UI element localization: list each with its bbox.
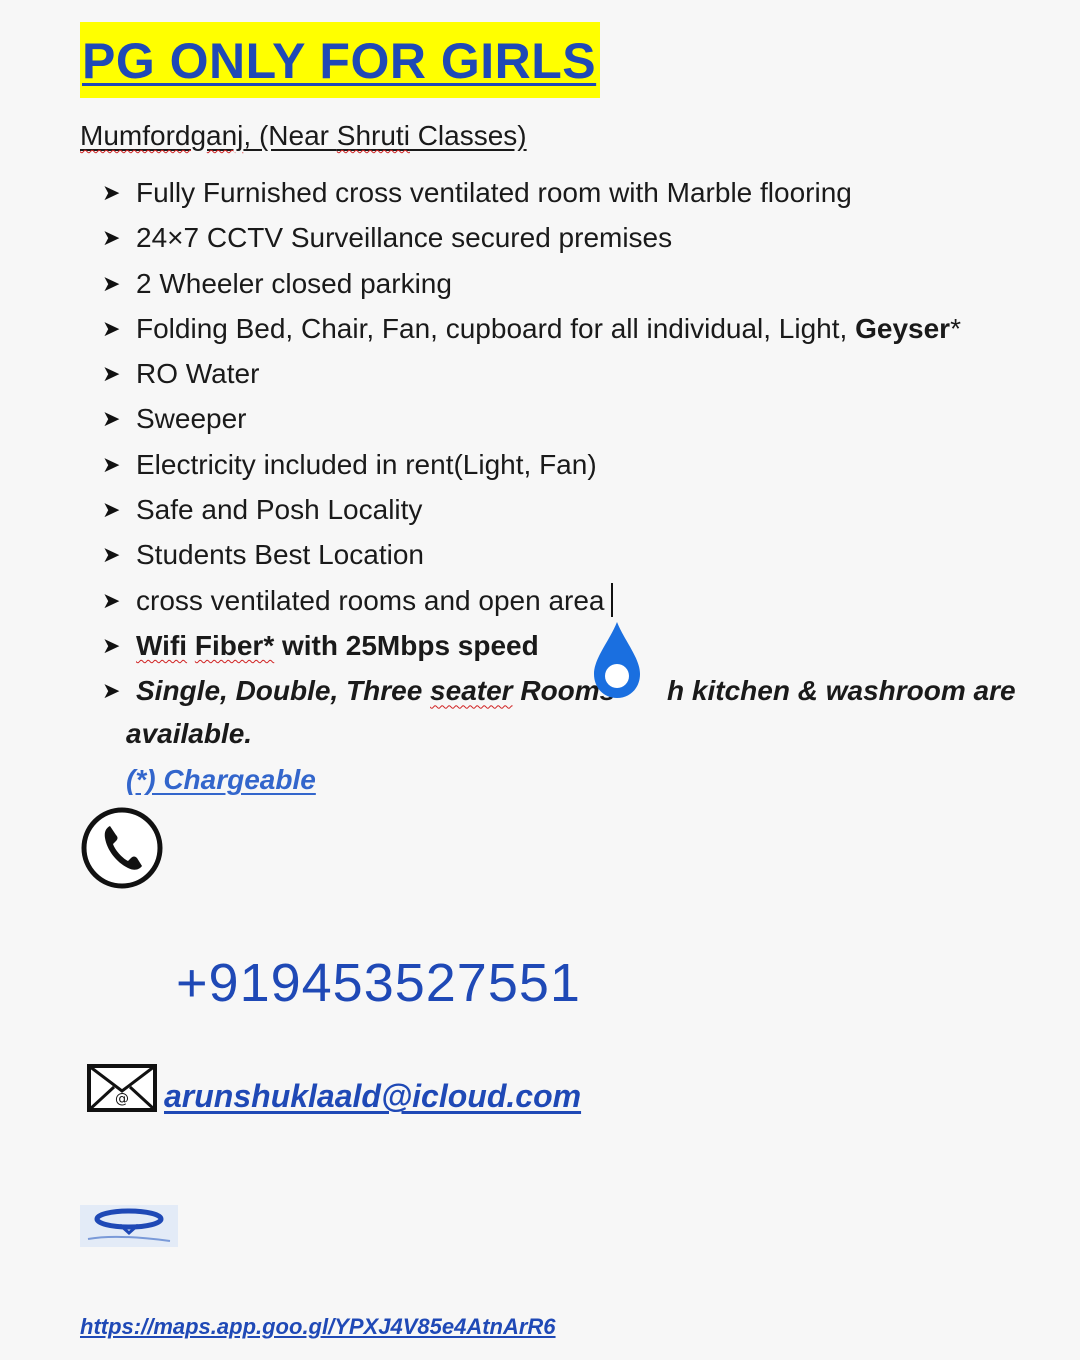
arrow-bullet-icon: ➤ — [102, 315, 121, 341]
feature-text: 2 Wheeler closed parking — [136, 267, 452, 299]
feature-bold: Geyser — [855, 312, 951, 344]
arrow-bullet-icon: ➤ — [102, 632, 121, 658]
arrow-bullet-icon: ➤ — [102, 180, 121, 205]
address-place: Mumfordganj — [80, 120, 244, 151]
feature-text: Students Best Location — [136, 539, 424, 571]
email-link[interactable]: arunshuklaald@icloud.com — [164, 1078, 581, 1115]
water-drop-icon[interactable] — [590, 620, 644, 700]
list-item: ➤ Students Best Location — [102, 532, 1002, 577]
list-item: ➤ 24×7 CCTV Surveillance secured premises — [102, 215, 1002, 260]
feature-fiber: Fiber* — [194, 629, 275, 661]
arrow-bullet-icon: ➤ — [102, 451, 121, 477]
list-item: ➤ 2 Wheeler closed parking — [102, 261, 1002, 306]
feature-text: Sweeper — [136, 403, 247, 435]
feature-list: ➤ Fully Furnished cross ventilated room w… — [102, 170, 1016, 714]
address-shruti: Shruti — [336, 120, 410, 151]
address-classes: Classes) — [409, 120, 527, 151]
feature-text: 24×7 CCTV Surveillance secured premises — [136, 222, 673, 254]
feature-suffix: * — [950, 312, 961, 344]
list-item: ➤ Folding Bed, Chair, Fan, cupboard for a… — [102, 306, 1002, 351]
feature-text: Fully Furnished cross ventilated room wi… — [136, 177, 852, 208]
feature-rooms-a: Single, Double, Three — [136, 675, 431, 707]
arrow-bullet-icon: ➤ — [102, 542, 121, 568]
map-link[interactable]: https://maps.app.goo.gl/YPXJ4V85e4AtnArR… — [80, 1314, 556, 1340]
arrow-bullet-icon: ➤ — [102, 587, 121, 613]
arrow-bullet-icon: ➤ — [102, 270, 121, 296]
list-item: ➤ Electricity included in rent(Light, Fan… — [102, 442, 1002, 487]
mail-icon: @ — [87, 1064, 157, 1112]
arrow-bullet-icon: ➤ — [102, 361, 121, 387]
address-rest: , (Near — [243, 120, 337, 151]
feature-text: Safe and Posh Locality — [136, 494, 423, 526]
feature-speed: with 25Mbps speed — [274, 629, 539, 661]
list-item: ➤ Single, Double, Three seater Rooms h ki… — [102, 668, 1016, 713]
maps-icon[interactable] — [80, 1205, 178, 1247]
arrow-bullet-icon: ➤ — [102, 497, 121, 523]
svg-text:@: @ — [115, 1091, 129, 1107]
page-title: PG ONLY FOR GIRLS — [80, 22, 601, 98]
list-item: ➤ Safe and Posh Locality — [102, 487, 1002, 532]
list-item: ➤ cross ventilated rooms and open area — [102, 578, 1002, 623]
phone-number[interactable]: +919453527551 — [176, 952, 581, 1014]
feature-text: RO Water — [136, 358, 260, 390]
list-item: ➤ RO Water — [102, 351, 1002, 396]
list-item: ➤ Fully Furnished cross ventilated room w… — [102, 170, 1002, 215]
list-item: ➤ Sweeper — [102, 396, 1002, 441]
feature-text: Folding Bed, Chair, Fan, cupboard for al… — [136, 312, 856, 344]
arrow-bullet-icon: ➤ — [102, 678, 121, 704]
feature-rooms-b: seater — [430, 675, 513, 707]
feature-wifi: Wifi — [136, 629, 188, 661]
text-cursor — [610, 582, 613, 617]
feature-rooms-d: h kitchen & washroom are — [667, 675, 1016, 707]
address: Mumfordganj, (Near Shruti Classes) — [80, 120, 527, 152]
list-item: ➤ Wifi Fiber* with 25Mbps speed — [102, 623, 1002, 668]
phone-icon — [81, 807, 163, 889]
available-text: available. — [126, 718, 253, 749]
arrow-bullet-icon: ➤ — [102, 406, 121, 432]
feature-text: cross ventilated rooms and open area — [136, 584, 605, 616]
arrow-bullet-icon: ➤ — [102, 225, 121, 251]
chargeable-note: (*) Chargeable — [126, 764, 316, 795]
feature-text: Electricity included in rent(Light, Fan) — [136, 448, 597, 480]
